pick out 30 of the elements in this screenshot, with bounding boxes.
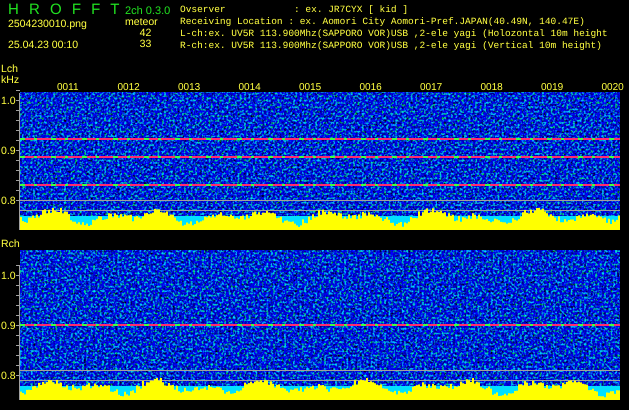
unit-label: kHz [1, 74, 20, 86]
channel-label: Rch [1, 238, 20, 250]
y-tick-label: 0.9 [1, 145, 16, 157]
time-label: 0018 [480, 82, 503, 93]
file-name: 2504230010.png [8, 19, 88, 30]
meteor-count: 33 [140, 39, 152, 50]
y-tick-label: 0.9 [1, 320, 16, 332]
info-line: R-ch:ex. UV5R 113.900Mhz(SAPPORO VOR)USB ,2-ele yagi (Vertical 10m height) [180, 40, 603, 52]
channel-label: Lch [1, 63, 18, 75]
y-tick-label: 1.0 [1, 270, 16, 282]
info-line: L-ch:ex. UV5R 113.900Mhz(SAPPORO VOR)USB ,2-ele yagi (Holozontal 10m height [180, 28, 608, 40]
mode-label: meteor [125, 17, 158, 28]
meteor-count: 42 [140, 28, 152, 39]
time-label: 0013 [178, 82, 200, 93]
time-label: 0019 [541, 82, 564, 93]
y-tick-label: 0.8 [1, 195, 16, 207]
time-label: 0011 [57, 82, 79, 93]
info-line: Receiving Location : ex. Aomori City Aomori-Pref.JAPAN(40.49N, 140.47E) [180, 16, 586, 28]
time-label: 0016 [360, 82, 382, 93]
version-label: 2ch 0.3.0 [125, 4, 170, 17]
y-tick-label: 1.0 [1, 95, 16, 107]
time-label: 0012 [118, 82, 140, 93]
info-line: Ovserver : ex. JR7CYX [ kid ] [180, 4, 410, 16]
time-label: 0017 [420, 82, 442, 93]
time-label: 0015 [299, 82, 322, 93]
timestamp: 25.04.23 00:10 [8, 40, 80, 51]
time-label: 0014 [238, 82, 261, 93]
time-label: 0020 [602, 82, 624, 93]
y-tick-label: 0.8 [1, 370, 16, 382]
app-title: H R O F F T [8, 0, 124, 19]
